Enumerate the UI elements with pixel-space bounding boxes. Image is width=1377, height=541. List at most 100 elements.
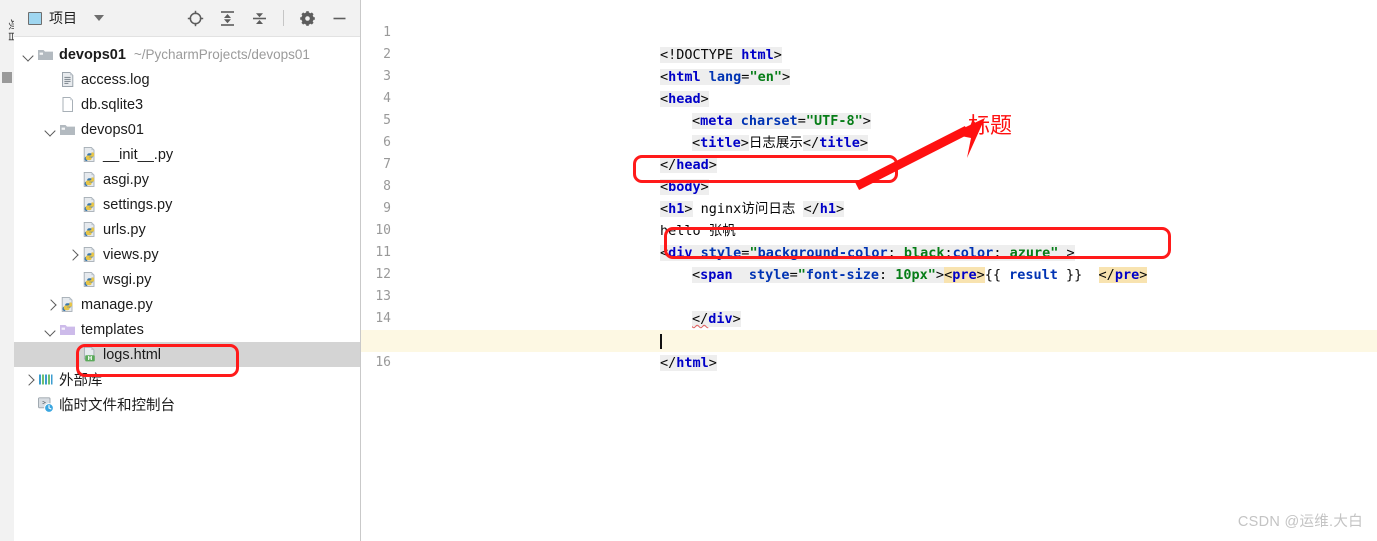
tree-item-__init__.py[interactable]: __init__.py <box>14 142 360 167</box>
tree-item-devops01[interactable]: devops01 ~/PycharmProjects/devops01 <box>14 42 360 67</box>
tree-item-manage.py[interactable]: manage.py <box>14 292 360 317</box>
tree-item-label: logs.html <box>103 346 162 363</box>
project-icon <box>28 11 42 25</box>
tree-item-label: 外部库 <box>59 373 103 389</box>
templates-folder-icon <box>59 321 76 338</box>
watermark: CSDN @运维.大白 <box>1237 514 1363 530</box>
code-line[interactable]: 13 </div> <box>361 264 1377 327</box>
tree-item-[interactable]: 外部库 <box>14 367 360 392</box>
tree-item-access.log[interactable]: access.log <box>14 67 360 92</box>
tree-item-label: views.py <box>103 246 159 263</box>
text-caret <box>660 334 662 349</box>
tree-item-settings.py[interactable]: settings.py <box>14 192 360 217</box>
code-line[interactable]: 8 <h1> nginx访问日志 </h1> <box>361 154 1377 217</box>
expand-all-icon[interactable] <box>219 10 236 27</box>
chevron-down-icon[interactable] <box>45 124 56 135</box>
tree-item-label: wsgi.py <box>103 271 152 288</box>
project-panel-header: 项目 <box>14 0 360 37</box>
python-file-icon <box>81 196 98 213</box>
chevron-right-icon[interactable] <box>23 374 34 385</box>
project-panel-toolbar <box>187 10 360 27</box>
code-line[interactable]: 7 <body> <box>361 132 1377 195</box>
python-file-icon <box>81 271 98 288</box>
tree-item-asgi.py[interactable]: asgi.py <box>14 167 360 192</box>
toolbar-separator <box>283 10 284 26</box>
tree-item-label: templates <box>81 321 144 338</box>
collapse-all-icon[interactable] <box>251 10 268 27</box>
code-line[interactable]: 15 </html> <box>361 308 1377 371</box>
folder-icon <box>37 46 54 63</box>
tree-item-db.sqlite3[interactable]: db.sqlite3 <box>14 92 360 117</box>
editor-code-area[interactable]: 1 <!DOCTYPE html> 2 <html lang="en"> 3 <… <box>361 0 1377 541</box>
tree-item-label: devops01 <box>59 46 126 63</box>
chevron-right-icon[interactable] <box>67 249 78 260</box>
pycharm-window: 项目 项目 devops01 ~/PycharmProjects/devops0… <box>0 0 1377 541</box>
chevron-down-icon[interactable] <box>45 324 56 335</box>
tree-item-views.py[interactable]: views.py <box>14 242 360 267</box>
left-tool-strip: 项目 <box>0 0 19 541</box>
python-file-icon <box>59 296 76 313</box>
python-file-icon <box>81 146 98 163</box>
tree-item-templates[interactable]: templates <box>14 317 360 342</box>
project-panel-title-group[interactable]: 项目 <box>14 8 104 28</box>
tree-item-label: db.sqlite3 <box>81 96 144 113</box>
chevron-down-icon[interactable] <box>94 15 104 21</box>
line-content: </html> <box>660 355 717 371</box>
code-editor[interactable]: 1 <!DOCTYPE html> 2 <html lang="en"> 3 <… <box>361 0 1377 541</box>
code-line[interactable]: 3 <head> <box>361 44 1377 107</box>
html-file-icon: H <box>81 346 98 363</box>
locate-icon[interactable] <box>187 10 204 27</box>
tree-item-devops01[interactable]: devops01 <box>14 117 360 142</box>
chevron-right-icon[interactable] <box>45 299 56 310</box>
strip-marker <box>2 72 12 83</box>
tree-item-label: asgi.py <box>103 171 149 188</box>
tree-item-logs.html[interactable]: Hlogs.html <box>14 342 360 367</box>
annotation-title-label: 标题 <box>968 114 1013 139</box>
tree-item-label: access.log <box>81 71 150 88</box>
code-line[interactable]: 10 <div style="background-color: black;c… <box>361 198 1377 261</box>
code-line[interactable]: 14 </body> <box>361 286 1377 349</box>
code-line[interactable]: 2 <html lang="en"> <box>361 22 1377 85</box>
code-line[interactable]: 5 <title>日志展示</title> <box>361 88 1377 151</box>
tree-item-wsgi.py[interactable]: wsgi.py <box>14 267 360 292</box>
python-file-icon <box>81 171 98 188</box>
hide-icon[interactable] <box>331 10 348 27</box>
python-file-icon <box>81 221 98 238</box>
generic-file-icon <box>59 96 76 113</box>
tree-item-label: urls.py <box>103 221 146 238</box>
svg-text:H: H <box>88 356 93 362</box>
code-line[interactable]: 6 </head> <box>361 110 1377 173</box>
code-line[interactable]: 12 <box>361 242 1377 282</box>
project-path-label: ~/PycharmProjects/devops01 <box>133 47 310 62</box>
line-number: 16 <box>375 355 391 370</box>
tree-item-urls.py[interactable]: urls.py <box>14 217 360 242</box>
settings-gear-icon[interactable] <box>299 10 316 27</box>
project-panel-title: 项目 <box>49 10 77 26</box>
log-file-icon <box>59 71 76 88</box>
tree-item-[interactable]: >_ 临时文件和控制台 <box>14 392 360 417</box>
python-file-icon <box>81 246 98 263</box>
project-tree[interactable]: devops01 ~/PycharmProjects/devops01 access… <box>14 37 360 417</box>
code-line[interactable]: 1 <!DOCTYPE html> <box>361 0 1377 63</box>
scratches-consoles-icon: >_ <box>37 396 54 413</box>
tree-item-label: settings.py <box>103 196 173 213</box>
chevron-down-icon[interactable] <box>23 49 34 60</box>
code-line-current[interactable]: 16 <box>361 330 1377 370</box>
code-line[interactable]: 9 hello 张帆 <box>361 176 1377 239</box>
tree-item-label: manage.py <box>81 296 153 313</box>
tree-item-label: __init__.py <box>103 146 174 163</box>
code-line[interactable]: 4 <meta charset="UTF-8"> <box>361 66 1377 129</box>
code-line[interactable]: 11 <span style="font-size: 10px"><pre>{{… <box>361 220 1377 283</box>
folder-icon <box>59 121 76 138</box>
tree-item-label: 临时文件和控制台 <box>59 398 175 414</box>
project-tool-window: 项目 devops01 ~/PycharmProjects/devops01 a… <box>14 0 361 541</box>
external-libraries-icon <box>37 371 54 388</box>
